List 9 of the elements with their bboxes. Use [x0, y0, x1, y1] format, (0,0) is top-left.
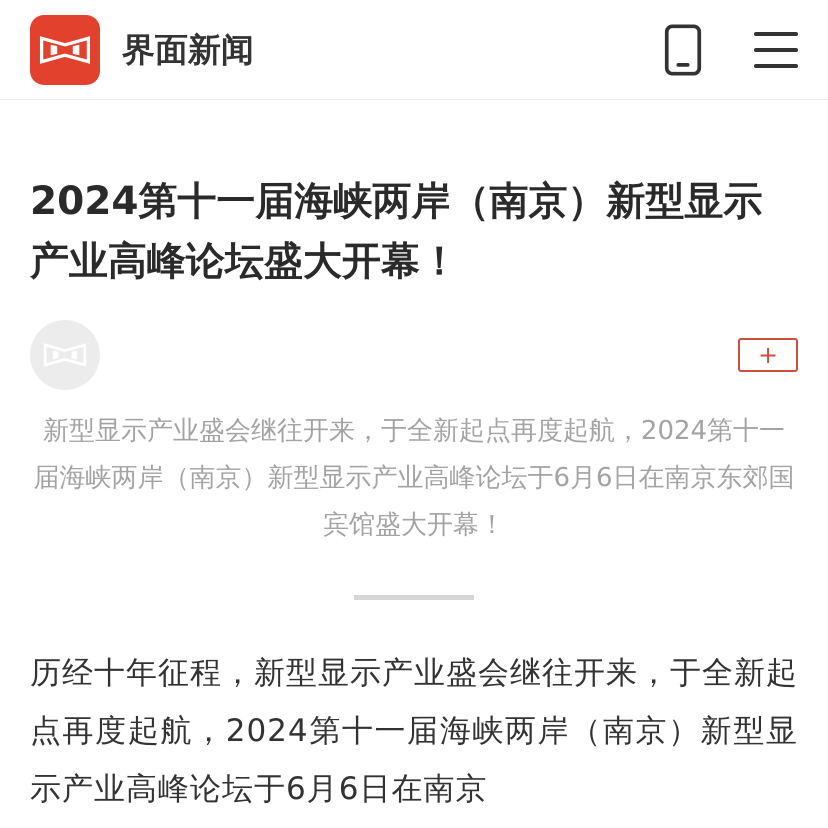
- phone-icon[interactable]: [664, 24, 702, 76]
- logo-icon: [39, 34, 91, 66]
- article-body: 历经十年征程，新型显示产业盛会继往开来，于全新起点再度起航，2024第十一届海峡两岸（南京）新型显示产业高峰论坛于6月6日在南京: [30, 654, 798, 809]
- article-summary: 新型显示产业盛会继往开来，于全新起点再度起航，2024第十一届海峡两岸（南京）新型显示产业高峰论坛于6月6日在南京东郊国宾馆盛大开幕！: [32, 415, 796, 542]
- article-headline: 2024第十一届海峡两岸（南京）新型显示产业高峰论坛盛大开幕！: [30, 178, 764, 286]
- brand-name: 界面新闻: [122, 28, 254, 71]
- app-logo[interactable]: [30, 14, 100, 84]
- menu-icon[interactable]: [754, 30, 798, 70]
- follow-button[interactable]: +: [738, 338, 798, 372]
